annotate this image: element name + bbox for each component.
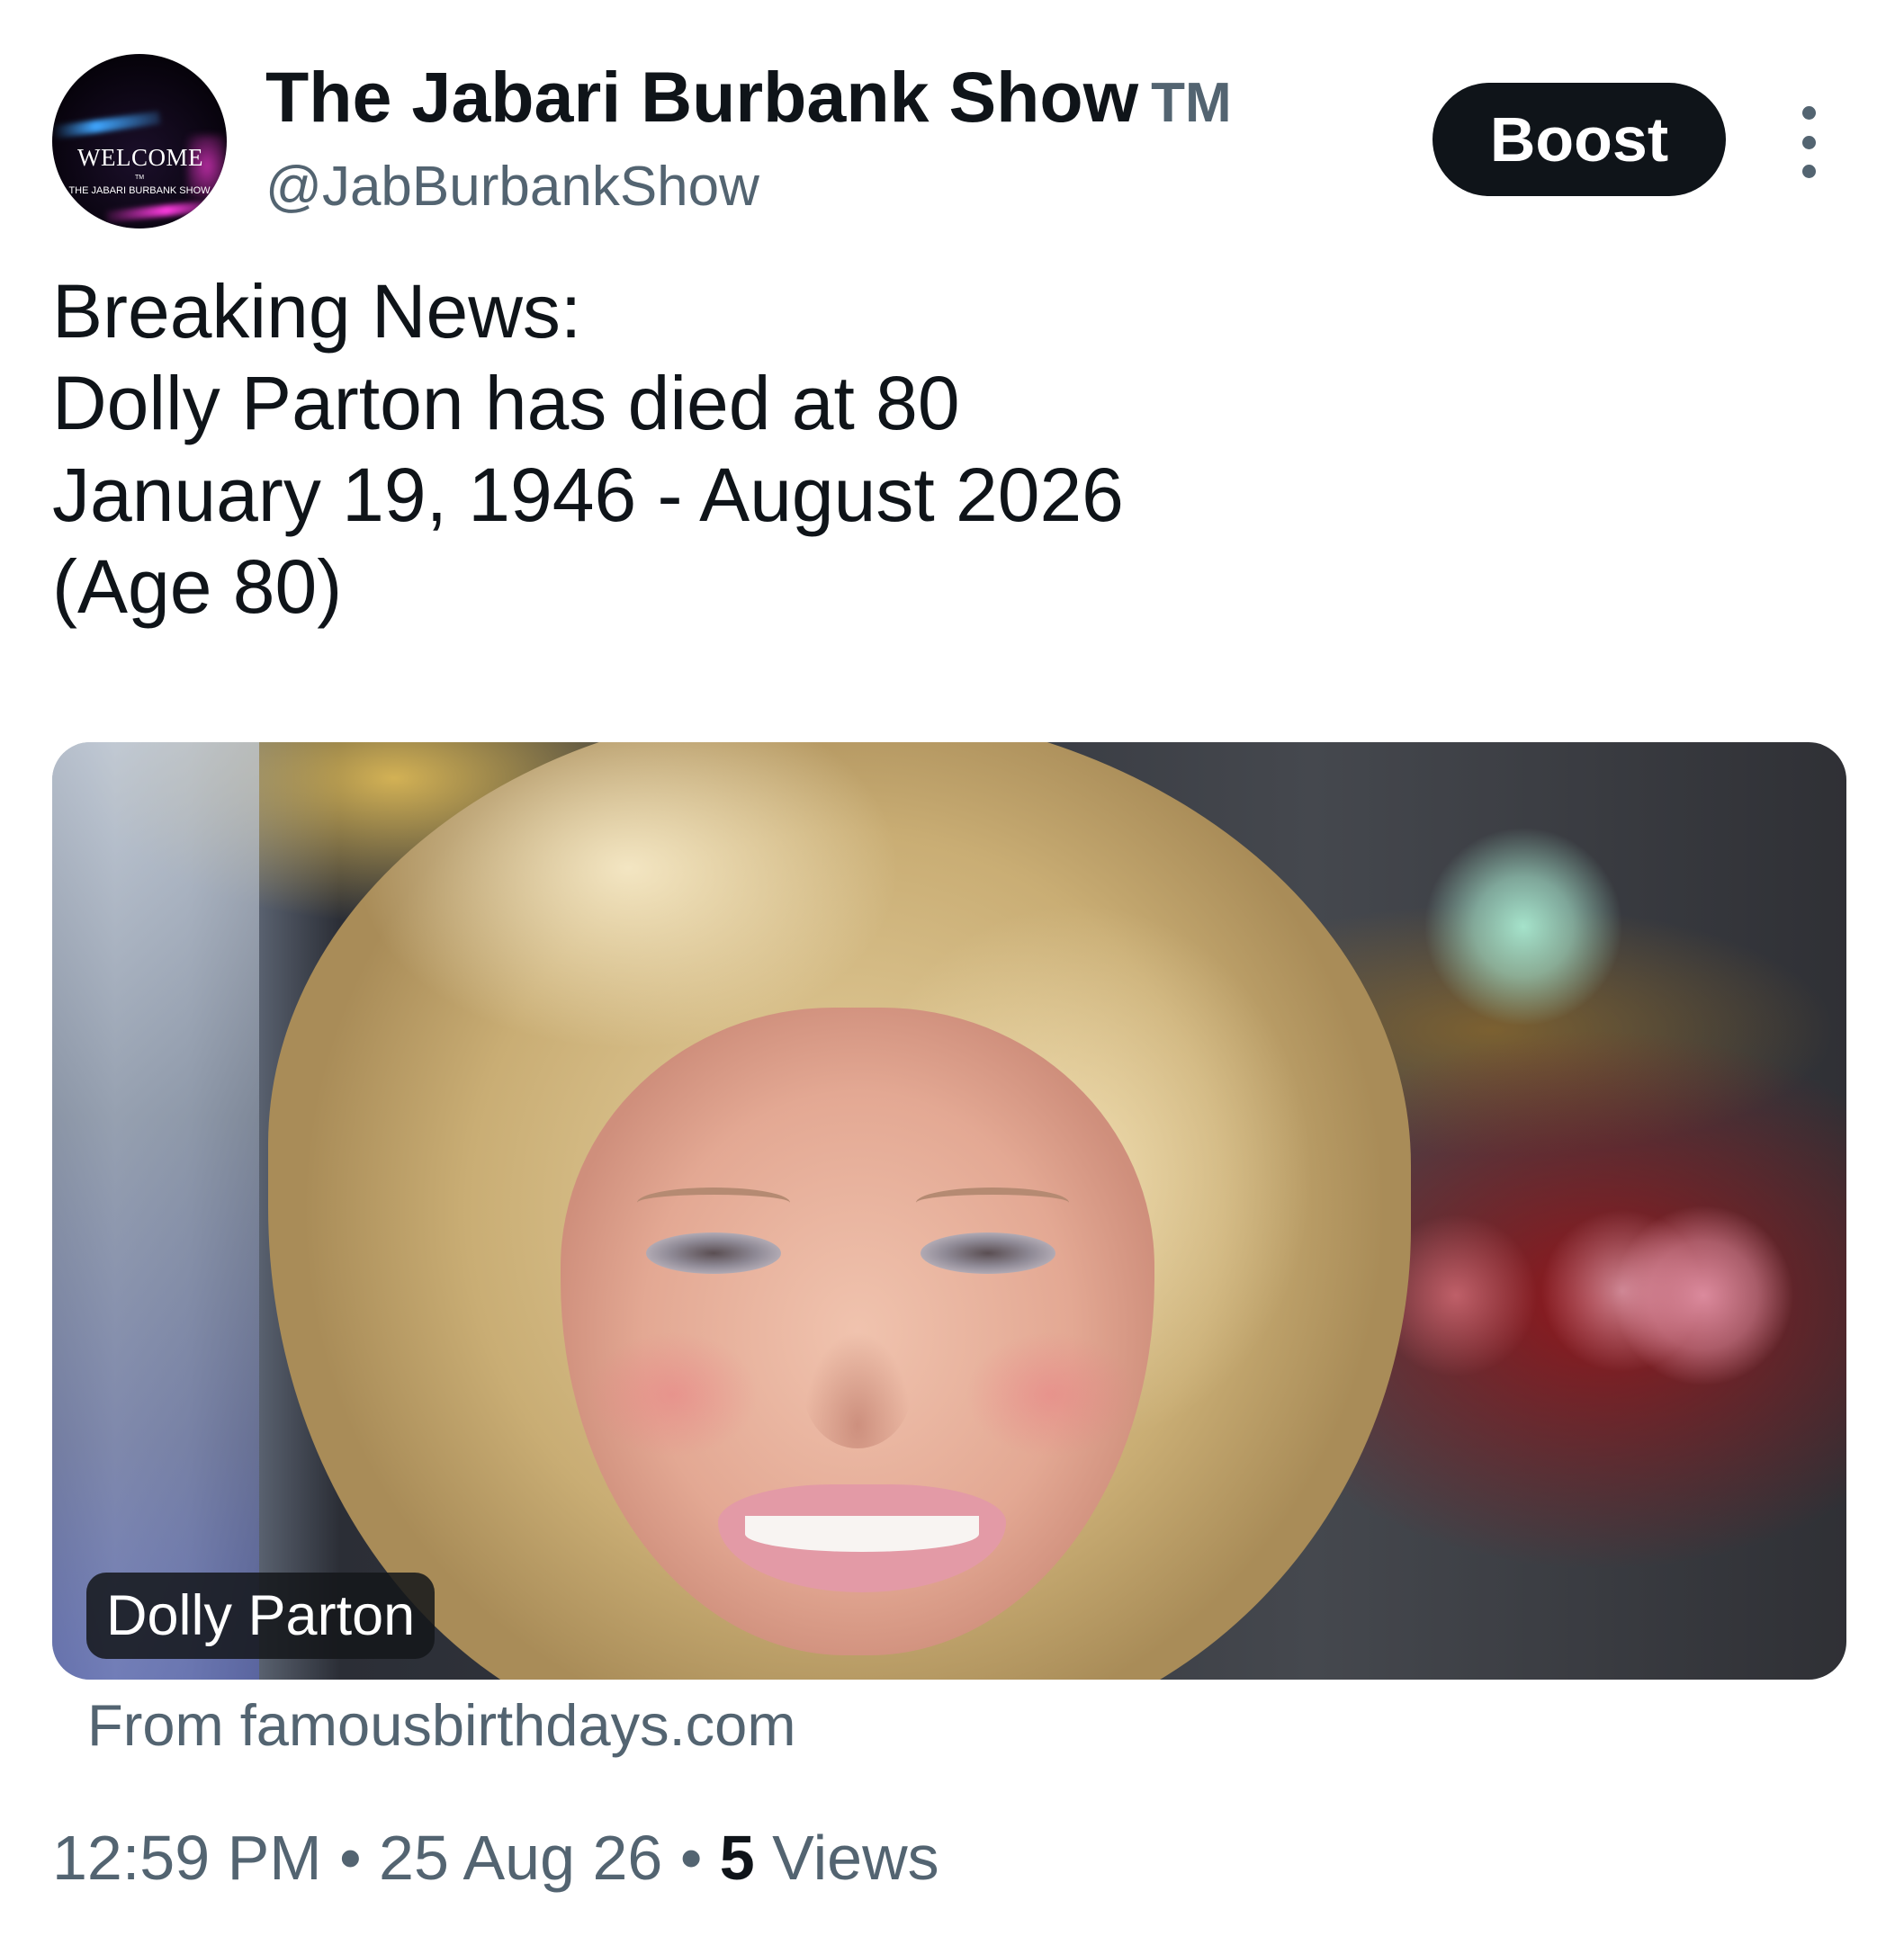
boost-button[interactable]: Boost [1432, 83, 1726, 196]
more-dot [1801, 135, 1816, 149]
media-person-tag[interactable]: Dolly Parton [86, 1573, 436, 1659]
meta-separator: • [339, 1823, 362, 1893]
avatar-welcome-text: WELCOME [77, 144, 203, 171]
avatar-tm-text: TM [134, 175, 145, 181]
cheek-left [588, 1331, 759, 1457]
display-name[interactable]: The Jabari Burbank Show TM [265, 56, 1232, 139]
cheek-right [965, 1331, 1136, 1457]
tweet-text: Breaking News: Dolly Parton has died at … [52, 265, 1762, 632]
eye-left [646, 1232, 781, 1274]
teeth [745, 1516, 979, 1552]
more-dot [1801, 165, 1816, 178]
tweet-line: Dolly Parton has died at 80 [52, 361, 960, 445]
views-label: Views [772, 1823, 939, 1893]
avatar-glow-pink [105, 199, 227, 222]
tweet-meta: 12:59 PM • 25 Aug 26 • 5 Views [52, 1822, 939, 1894]
views-count: 5 [719, 1823, 755, 1893]
tweet-line: January 19, 1946 - August 2026 [52, 453, 1124, 537]
tweet-line: Breaking News: [52, 269, 582, 354]
display-name-text[interactable]: The Jabari Burbank Show [265, 57, 1138, 137]
tweet-date[interactable]: 25 Aug 26 [379, 1823, 662, 1893]
tweet-line: (Age 80) [52, 544, 343, 629]
meta-separator: • [679, 1823, 703, 1893]
more-dot [1801, 106, 1816, 120]
avatar-subtext: THE JABARI BURBANK SHOW [68, 185, 211, 196]
eyebrow-right [916, 1188, 1069, 1218]
eyebrow-left [637, 1188, 790, 1218]
eye-right [921, 1232, 1055, 1274]
background-pillar [52, 742, 259, 1680]
media-source-link[interactable]: From famousbirthdays.com [87, 1691, 795, 1759]
user-handle[interactable]: @JabBurbankShow [265, 155, 759, 219]
more-vertical-icon[interactable] [1793, 106, 1824, 178]
trademark-mark: TM [1151, 72, 1232, 134]
avatar[interactable]: WELCOME TM THE JABARI BURBANK SHOW [52, 54, 227, 229]
avatar-glow-blue [52, 111, 161, 139]
tweet-time[interactable]: 12:59 PM [52, 1823, 322, 1893]
nose [804, 1331, 912, 1448]
media-image[interactable]: Dolly Parton [52, 742, 1846, 1680]
